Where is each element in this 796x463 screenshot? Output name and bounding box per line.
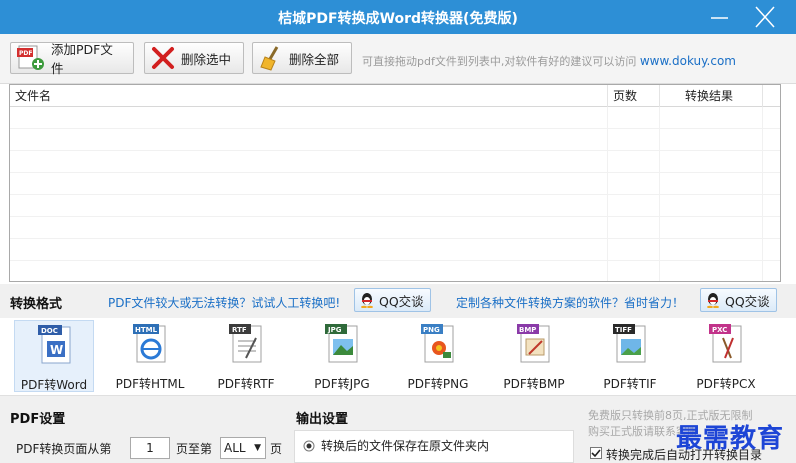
chevron-down-icon: ▼: [254, 443, 261, 453]
format-option-jpg[interactable]: JPG PDF转JPG: [302, 320, 382, 392]
minimize-icon: [711, 17, 728, 19]
format-label: PDF转HTML: [115, 377, 185, 391]
add-pdf-label: 添加PDF文件: [51, 42, 113, 76]
output-settings-title: 输出设置: [296, 412, 349, 427]
bmp-file-icon: BMP: [517, 324, 550, 363]
delete-all-button[interactable]: 删除全部: [252, 42, 352, 74]
output-same-folder-label[interactable]: 转换后的文件保存在原文件夹内: [321, 437, 489, 454]
format-label: PDF转PNG: [407, 377, 469, 391]
pdf-settings-title: PDF设置: [10, 412, 66, 427]
pcx-file-icon: PXC: [709, 324, 742, 363]
file-table[interactable]: 文件名 页数 转换结果: [9, 84, 781, 282]
qq-chat-button-2[interactable]: QQ交谈: [700, 288, 777, 312]
format-option-tif[interactable]: TIFF PDF转TIF: [590, 320, 670, 392]
format-option-word[interactable]: DOC W PDF转Word: [14, 320, 94, 392]
svg-text:PDF: PDF: [19, 50, 32, 57]
column-divider: [659, 107, 660, 281]
format-option-bmp[interactable]: BMP PDF转BMP: [494, 320, 574, 392]
format-badge-text: BMP: [519, 326, 536, 334]
qq-chat-label-1: QQ交谈: [379, 293, 424, 309]
page-range-suffix: 页: [270, 442, 283, 456]
start-page-input[interactable]: 1: [130, 437, 170, 459]
format-option-pcx[interactable]: PXC PDF转PCX: [686, 320, 766, 392]
column-divider: [762, 107, 763, 281]
column-header-filler: [763, 85, 780, 107]
format-section-title: 转换格式: [10, 297, 63, 312]
qq-penguin-icon: [361, 293, 373, 308]
svg-text:W: W: [50, 343, 63, 357]
minimize-button[interactable]: [706, 5, 732, 29]
add-pdf-button[interactable]: PDF 添加PDF文件: [10, 42, 134, 76]
table-row: [10, 107, 780, 129]
page-range-mid: 页至第: [176, 442, 213, 456]
png-file-icon: PNG: [421, 324, 454, 363]
close-button[interactable]: [752, 5, 778, 29]
column-header-filename[interactable]: 文件名: [10, 85, 608, 107]
column-header-pages[interactable]: 页数: [608, 85, 660, 107]
end-page-value: ALL: [224, 441, 246, 455]
radio-selected-icon[interactable]: [303, 440, 315, 452]
delete-all-label: 删除全部: [289, 51, 340, 67]
add-pdf-icon: PDF: [17, 45, 44, 70]
tiff-file-icon: TIFF: [613, 324, 646, 363]
window-title: 桔城PDF转换成Word转换器(免费版): [278, 11, 518, 27]
toolbar: PDF 添加PDF文件 删除选中 删除全部 可直接拖动pdf文件到列表中,对软件…: [0, 34, 796, 84]
qq-chat-button-1[interactable]: QQ交谈: [354, 288, 431, 312]
manual-convert-link[interactable]: PDF文件较大或无法转换？试试人工转换吧!: [108, 294, 340, 311]
table-row: [10, 239, 780, 261]
column-divider: [607, 107, 608, 281]
table-row: [10, 195, 780, 217]
format-badge-text: JPG: [327, 326, 342, 334]
delete-x-icon: [152, 47, 174, 69]
qq-penguin-icon: [707, 293, 719, 308]
format-badge-text: DOC: [41, 327, 58, 335]
format-label: PDF转PCX: [696, 377, 756, 391]
format-label: PDF转Word: [20, 378, 88, 392]
format-label: PDF转TIF: [603, 377, 657, 391]
table-row: [10, 151, 780, 173]
format-label: PDF转BMP: [503, 377, 565, 391]
broom-icon: [260, 46, 279, 71]
format-badge-text: HTML: [135, 326, 158, 334]
checkbox-checked-icon[interactable]: [590, 447, 602, 459]
table-header: 文件名 页数 转换结果: [10, 85, 780, 107]
format-label: PDF转RTF: [217, 377, 275, 391]
format-badge-text: PXC: [712, 326, 727, 334]
end-page-select[interactable]: ALL ▼: [220, 437, 266, 459]
delete-selected-label: 删除选中: [181, 51, 232, 67]
jpg-file-icon: JPG: [325, 324, 358, 363]
format-option-png[interactable]: PNG PDF转PNG: [398, 320, 478, 392]
toolbar-hint: 可直接拖动pdf文件到列表中,对软件有好的建议可以访问 www.dokuy.co…: [362, 53, 736, 69]
table-row: [10, 217, 780, 239]
format-badge-text: RTF: [232, 326, 247, 334]
format-badge-text: PNG: [423, 326, 440, 334]
table-row: [10, 129, 780, 151]
format-badge-text: TIFF: [615, 326, 632, 334]
page-range-prefix: PDF转换页面从第: [16, 442, 112, 456]
format-option-rtf[interactable]: RTF PDF转RTF: [206, 320, 286, 392]
title-bar: 桔城PDF转换成Word转换器(免费版): [0, 0, 796, 34]
format-option-html[interactable]: HTML PDF转HTML: [110, 320, 190, 392]
watermark: 最需教育: [676, 424, 785, 454]
hint-text: 可直接拖动pdf文件到列表中,对软件有好的建议可以访问: [362, 55, 637, 68]
output-options-box: 转换后的文件保存在原文件夹内: [294, 430, 574, 463]
column-header-result[interactable]: 转换结果: [660, 85, 763, 107]
delete-selected-button[interactable]: 删除选中: [144, 42, 244, 74]
format-options: DOC W PDF转Word HTML PDF转HTML RTF PDF转RTF: [0, 318, 796, 396]
html-file-icon: HTML: [133, 324, 166, 363]
qq-chat-label-2: QQ交谈: [725, 293, 770, 309]
rtf-file-icon: RTF: [229, 324, 262, 363]
table-row: [10, 173, 780, 195]
doc-file-icon: DOC W: [38, 325, 71, 364]
custom-software-link[interactable]: 定制各种文件转换方案的软件？省时省力！: [456, 294, 684, 311]
table-row: [10, 261, 780, 281]
close-icon: [755, 6, 775, 28]
website-link[interactable]: www.dokuy.com: [640, 54, 736, 68]
format-label: PDF转JPG: [314, 377, 370, 391]
format-bar: 转换格式 PDF文件较大或无法转换？试试人工转换吧! QQ交谈 定制各种文件转换…: [0, 284, 796, 318]
